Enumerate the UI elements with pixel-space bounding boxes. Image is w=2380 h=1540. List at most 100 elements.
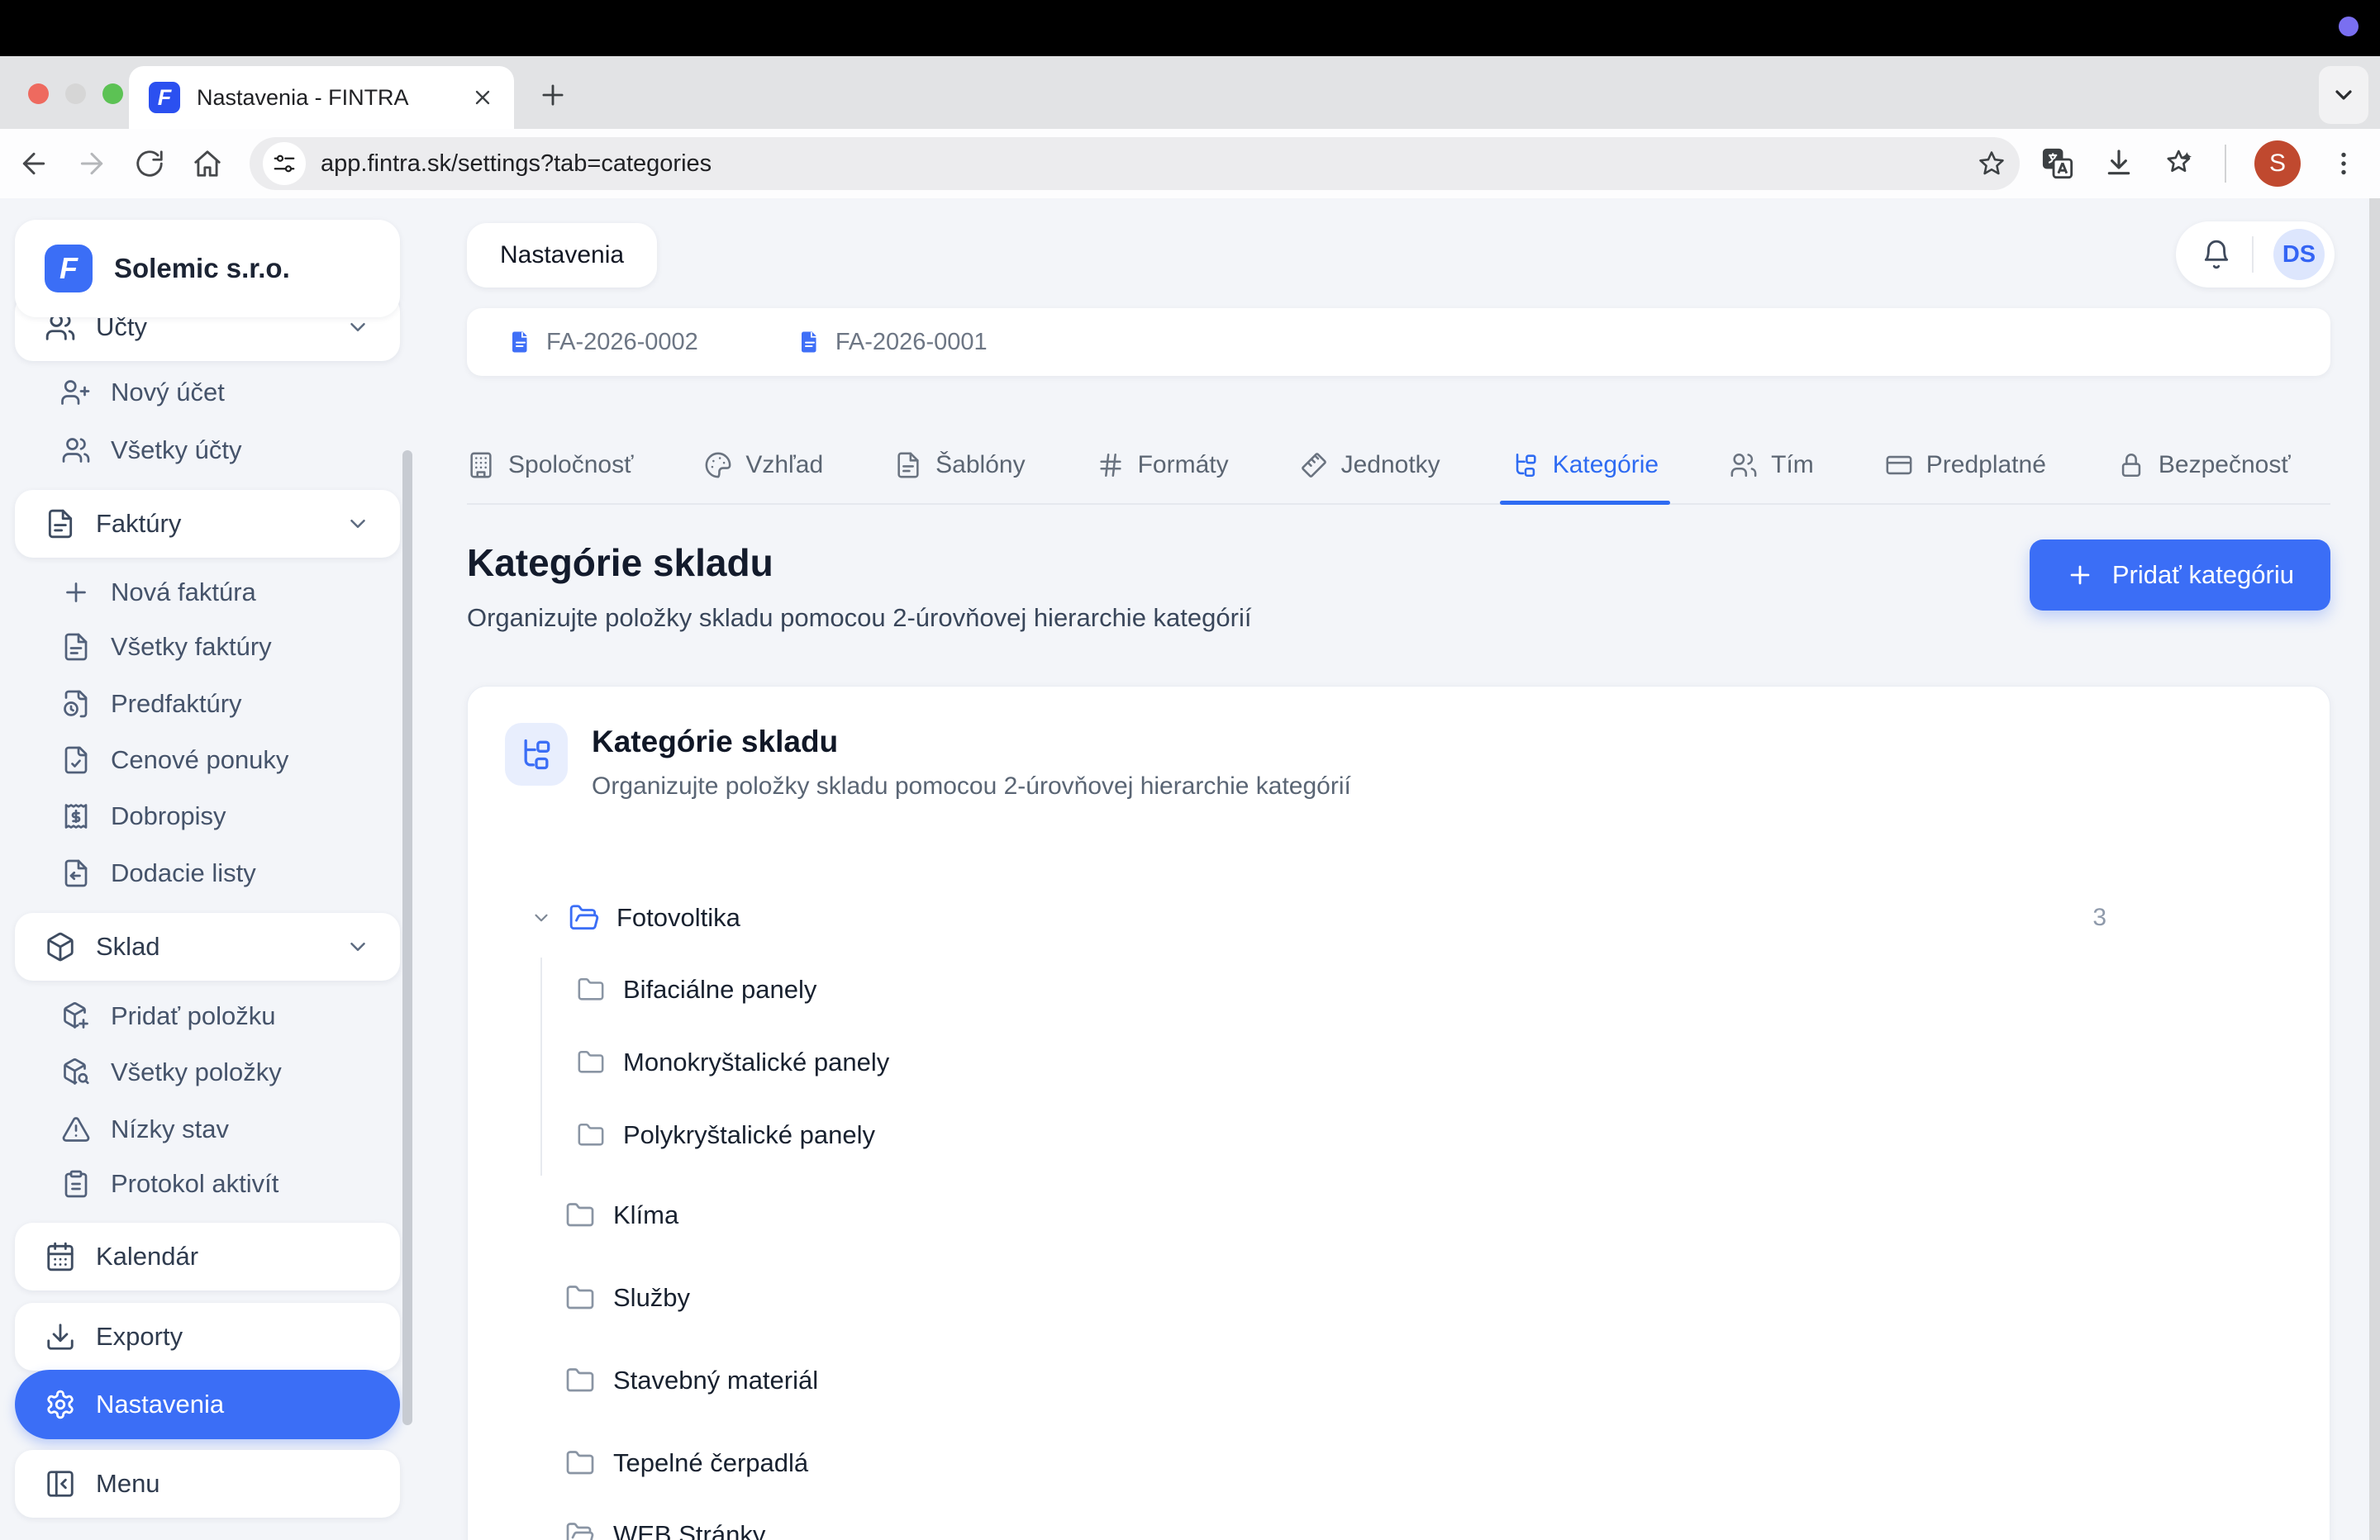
- gear-icon: [45, 1389, 76, 1420]
- toolbar-extensions: S: [2041, 140, 2359, 187]
- folder-icon: [565, 1448, 595, 1478]
- sidebar-scrollbar[interactable]: [402, 450, 412, 1425]
- sidebar-item-cenove-ponuky[interactable]: Cenové ponuky: [15, 734, 378, 787]
- tab-tim[interactable]: Tím: [1730, 427, 1814, 503]
- bell-icon[interactable]: [2201, 239, 2232, 270]
- tree-row-web-stranky[interactable]: WEB Stránky: [468, 1506, 2330, 1540]
- folder-icon: [565, 1200, 595, 1230]
- card-title: Kategórie skladu: [592, 725, 838, 759]
- window-minimize-button[interactable]: [65, 83, 86, 104]
- sidebar-item-predfaktury[interactable]: Predfaktúry: [15, 677, 378, 730]
- browser-chrome: F Nastavenia - FINTRA: [0, 56, 2380, 198]
- invoice-tab[interactable]: FA-2026-0002: [508, 329, 698, 356]
- browser-tab[interactable]: F Nastavenia - FINTRA: [129, 66, 514, 129]
- file-arrow-icon: [61, 858, 91, 888]
- new-tab-button[interactable]: [537, 79, 569, 111]
- section-label: Exporty: [96, 1322, 370, 1352]
- tab-jednotky[interactable]: Jednotky: [1300, 427, 1440, 503]
- credit-card-icon: [1885, 451, 1913, 479]
- webpage: F Solemic s.r.o. Účty Nový účet Všetky ú…: [0, 198, 2380, 1540]
- chevron-down-icon: [345, 315, 370, 340]
- file-text-icon: [45, 508, 76, 539]
- sidebar-section-sklad[interactable]: Sklad: [15, 913, 400, 981]
- browser-profile-avatar[interactable]: S: [2254, 140, 2301, 187]
- add-category-button[interactable]: Pridať kategóriu: [2030, 539, 2330, 611]
- url-text[interactable]: app.fintra.sk/settings?tab=categories: [321, 150, 1962, 178]
- sidebar-item-protokol-aktivit[interactable]: Protokol aktivít: [15, 1157, 378, 1210]
- sidebar-item-pridat-polozku[interactable]: Pridať položku: [15, 990, 378, 1043]
- section-label: Menu: [96, 1469, 370, 1499]
- toolbar-divider: [2225, 145, 2226, 183]
- section-label: Faktúry: [96, 509, 326, 539]
- sidebar-item-dodacie-listy[interactable]: Dodacie listy: [15, 847, 378, 900]
- site-settings-icon[interactable]: [263, 142, 306, 185]
- tree-row-monokrystalicke-panely[interactable]: Monokryštalické panely: [468, 1034, 2330, 1091]
- sidebar-item-kalendar[interactable]: Kalendár: [15, 1223, 400, 1290]
- company-card[interactable]: F Solemic s.r.o.: [15, 220, 400, 317]
- chevron-down-icon[interactable]: [531, 907, 552, 929]
- download-icon: [45, 1321, 76, 1352]
- reload-button[interactable]: [126, 140, 174, 188]
- sidebar-item-vsetky-ucty[interactable]: Všetky účty: [15, 424, 378, 477]
- header-actions: DS: [2176, 221, 2335, 288]
- forward-button[interactable]: [68, 140, 116, 188]
- sidebar-item-vsetky-polozky[interactable]: Všetky položky: [15, 1046, 378, 1099]
- sidebar-item-dobropisy[interactable]: Dobropisy: [15, 790, 378, 843]
- back-button[interactable]: [10, 140, 58, 188]
- experiments-star-icon[interactable]: [2163, 147, 2197, 180]
- building-icon: [467, 451, 495, 479]
- tab-vzhlad[interactable]: Vzhľad: [704, 427, 823, 503]
- calendar-icon: [45, 1241, 76, 1272]
- sidebar-item-exporty[interactable]: Exporty: [15, 1303, 400, 1371]
- tab-spolocnost[interactable]: Spoločnosť: [467, 427, 633, 503]
- invoice-file-icon: [508, 330, 533, 354]
- sidebar-item-nastavenia-active[interactable]: Nastavenia: [15, 1370, 400, 1439]
- home-button[interactable]: [183, 140, 231, 188]
- file-check-icon: [61, 745, 91, 775]
- tree-row-stavebny-material[interactable]: Stavebný materiál: [468, 1352, 2330, 1409]
- tab-search-button[interactable]: [2319, 66, 2368, 124]
- sidebar-item-nova-faktura[interactable]: Nová faktúra: [15, 566, 378, 619]
- chevron-down-icon: [345, 511, 370, 536]
- folder-icon: [577, 1048, 605, 1077]
- window-close-button[interactable]: [28, 83, 49, 104]
- sidebar-item-nizky-stav[interactable]: Nízky stav: [15, 1103, 378, 1156]
- translate-icon[interactable]: [2041, 147, 2074, 180]
- sidebar-item-vsetky-faktury[interactable]: Všetky faktúry: [15, 620, 378, 673]
- tab-predplatne[interactable]: Predplatné: [1885, 427, 2046, 503]
- page-scrollbar[interactable]: [2369, 198, 2380, 1540]
- package-search-icon: [61, 1058, 91, 1087]
- tab-kategorie[interactable]: Kategórie: [1511, 427, 1659, 503]
- palette-icon: [704, 451, 732, 479]
- sidebar-section-faktury[interactable]: Faktúry: [15, 490, 400, 558]
- tree-row-klima[interactable]: Klíma: [468, 1186, 2330, 1244]
- tab-sablony[interactable]: Šablóny: [894, 427, 1025, 503]
- window-zoom-button[interactable]: [102, 83, 123, 104]
- tree-row-tepelne-cerpadla[interactable]: Tepelné čerpadlá: [468, 1434, 2330, 1492]
- tree-row-bifacialne-panely[interactable]: Bifaciálne panely: [468, 961, 2330, 1019]
- tree-row-fotovoltika[interactable]: Fotovoltika 3: [468, 889, 2330, 947]
- sidebar-item-novy-ucet[interactable]: Nový účet: [15, 366, 378, 419]
- user-avatar[interactable]: DS: [2273, 229, 2325, 280]
- bookmark-star-icon[interactable]: [1977, 149, 2006, 178]
- users-icon: [61, 435, 91, 465]
- tree-row-sluzby[interactable]: Služby: [468, 1269, 2330, 1327]
- invoice-tab[interactable]: FA-2026-0001: [797, 329, 988, 356]
- sidebar-item-menu[interactable]: Menu: [15, 1450, 400, 1518]
- tab-bezpecnost[interactable]: Bezpečnosť: [2117, 427, 2291, 503]
- hash-icon: [1097, 451, 1125, 479]
- tree-hierarchy-icon: [1511, 451, 1540, 479]
- downloads-icon[interactable]: [2102, 147, 2135, 180]
- tab-formaty[interactable]: Formáty: [1097, 427, 1229, 503]
- folder-icon: [565, 1366, 595, 1395]
- plus-icon: [2066, 561, 2094, 589]
- open-invoices-bar: FA-2026-0002 FA-2026-0001: [467, 308, 2330, 376]
- folder-icon: [577, 976, 605, 1004]
- tab-close-icon[interactable]: [471, 86, 494, 109]
- address-bar[interactable]: app.fintra.sk/settings?tab=categories: [250, 137, 2020, 190]
- tree-row-polykrystalicke-panely[interactable]: Polykryštalické panely: [468, 1106, 2330, 1164]
- invoice-file-icon: [797, 330, 822, 354]
- folder-open-icon: [569, 902, 600, 934]
- browser-menu-icon[interactable]: [2329, 149, 2359, 178]
- breadcrumb: Nastavenia: [467, 223, 657, 288]
